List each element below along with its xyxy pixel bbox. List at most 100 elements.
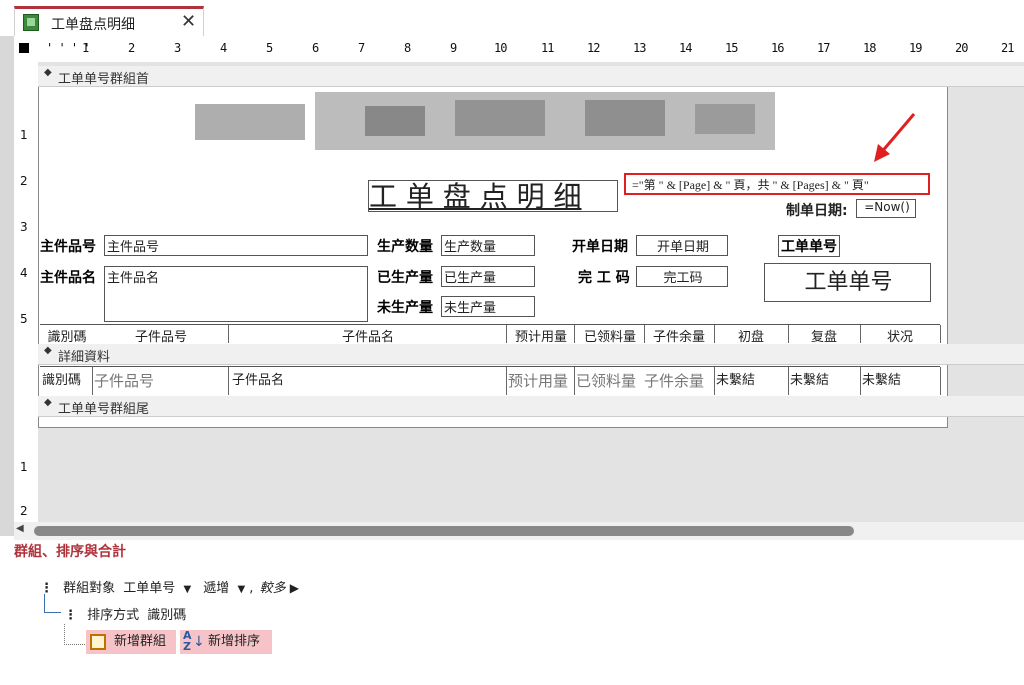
left-edge-strip <box>0 36 14 536</box>
col-header[interactable]: 复盘 <box>788 326 860 345</box>
wo-no-label: 工单单号 <box>778 235 840 257</box>
report-tab[interactable]: 工单盘点明细 ✕ <box>14 6 204 36</box>
ruler-mark: 19 <box>909 41 922 55</box>
finish-code-field[interactable]: 完工码 <box>636 266 728 287</box>
unproduced-qty-label: 未生产量 <box>377 300 433 316</box>
chevron-down-icon[interactable]: ▼ <box>237 584 245 595</box>
ruler-mark: 1 <box>20 460 28 474</box>
ruler-mark: 14 <box>679 41 692 55</box>
group-sort-pane-title: 群組、排序與合計 <box>14 544 126 560</box>
detail-field[interactable]: 識別碼 <box>42 369 81 388</box>
document-tab-bar: 工单盘点明细 ✕ <box>0 0 1024 36</box>
ruler-mark: 4 <box>20 266 28 280</box>
detail-field[interactable]: 子件品名 <box>232 369 284 388</box>
ruler-mark: 13 <box>633 41 646 55</box>
sort-arrow-icon: ↓ <box>193 634 205 650</box>
ruler-mark: 18 <box>863 41 876 55</box>
ruler-mark: 11 <box>541 41 554 55</box>
select-report-button[interactable] <box>19 43 29 53</box>
prod-qty-field[interactable]: 生产数量 <box>441 235 535 256</box>
report-title[interactable]: 工 单 盘 点 明 细 <box>368 180 618 213</box>
main-part-no-field[interactable]: 主件品号 <box>104 235 368 256</box>
more-options-link[interactable]: 較多 <box>260 581 286 596</box>
prod-qty-label: 生产数量 <box>377 239 433 255</box>
date-value-field[interactable]: =Now() <box>856 199 916 218</box>
wo-no-big-field[interactable]: 工单单号 <box>764 263 931 302</box>
detail-field[interactable]: 未繫結 <box>716 369 755 388</box>
horizontal-ruler: ' ' ' ' 1 2 3 4 5 6 7 8 9 10 11 12 13 14… <box>14 36 1024 63</box>
ruler-mark: 17 <box>817 41 830 55</box>
tab-title: 工单盘点明细 <box>51 17 135 33</box>
chevron-down-icon[interactable]: ▼ <box>183 584 191 595</box>
detail-field[interactable]: 未繫結 <box>862 369 901 388</box>
group-level-row[interactable]: ⋮ 群組對象 工单单号 ▼ 遞增 ▼ , 較多 ▶ <box>40 577 299 596</box>
unproduced-qty-field[interactable]: 未生产量 <box>441 296 535 317</box>
col-header[interactable]: 预计用量 <box>508 326 574 345</box>
report-icon <box>23 14 39 31</box>
add-sort-label: 新增排序 <box>208 634 261 649</box>
col-header[interactable]: 識別碼 <box>42 326 92 345</box>
sort-prefix: 排序方式 <box>87 608 140 623</box>
ruler-mark: 8 <box>404 41 411 55</box>
ruler-mark: 5 <box>266 41 273 55</box>
ruler-mark: 5 <box>20 312 28 326</box>
section-label: 詳細資料 <box>58 350 111 365</box>
detail-field[interactable]: 子件余量 <box>644 370 704 391</box>
col-header[interactable]: 状况 <box>860 326 940 345</box>
section-label: 工单单号群組首 <box>58 72 150 87</box>
produced-qty-field[interactable]: 已生产量 <box>441 266 535 287</box>
sort-level-row[interactable]: ⋮ 排序方式 識別碼 <box>64 604 186 623</box>
tree-connector <box>44 594 61 613</box>
col-header[interactable]: 已领料量 <box>576 326 644 345</box>
col-header[interactable]: 子件余量 <box>644 326 714 345</box>
section-label: 工单单号群組尾 <box>58 402 150 417</box>
sort-az-icon: AZ <box>183 629 192 653</box>
col-header[interactable]: 初盘 <box>714 326 788 345</box>
ruler-mark: 3 <box>20 220 28 234</box>
col-header[interactable]: 子件品名 <box>230 326 506 345</box>
detail-field[interactable]: 未繫結 <box>790 369 829 388</box>
main-part-name-field[interactable]: 主件品名 <box>104 266 368 322</box>
scrollbar-thumb[interactable] <box>34 526 854 536</box>
col-header[interactable]: 子件品号 <box>94 326 228 345</box>
produced-qty-label: 已生产量 <box>377 270 433 286</box>
date-label: 制单日期: <box>786 203 848 219</box>
section-group-footer-bar[interactable]: ◆ 工单单号群組尾 <box>38 396 1024 417</box>
add-group-button[interactable]: 新增群組 <box>86 630 176 654</box>
section-marker-icon: ◆ <box>44 397 52 408</box>
section-marker-icon: ◆ <box>44 345 52 356</box>
detail-field[interactable]: 预计用量 <box>508 370 568 391</box>
ruler-mark: 6 <box>312 41 319 55</box>
group-order[interactable]: 遞增 <box>203 581 229 596</box>
sort-field[interactable]: 識別碼 <box>147 608 186 623</box>
ruler-mark: 1 <box>20 128 28 142</box>
add-group-icon <box>90 634 106 650</box>
drag-handle-icon[interactable]: ⋮ <box>64 608 77 623</box>
play-arrow-icon[interactable]: ▶ <box>290 581 299 595</box>
detail-field[interactable]: 已领料量 <box>576 370 636 391</box>
ruler-mark: 2 <box>20 174 28 188</box>
ruler-mark: 15 <box>725 41 738 55</box>
add-sort-button[interactable]: AZ ↓ 新增排序 <box>180 630 272 654</box>
section-detail-bar[interactable]: ◆ 詳細資料 <box>38 344 1024 365</box>
close-icon[interactable]: ✕ <box>181 11 196 32</box>
detail-field[interactable]: 子件品号 <box>94 370 154 391</box>
company-logo <box>195 86 780 162</box>
page-number-expression[interactable]: ="第 " & [Page] & " 頁，共 " & [Pages] & " 頁… <box>624 173 930 195</box>
tree-connector <box>64 624 85 645</box>
ruler-mark: 4 <box>220 41 227 55</box>
group-by-field[interactable]: 工单单号 <box>123 581 175 596</box>
ruler-mark: 3 <box>174 41 181 55</box>
ruler-mark: 9 <box>450 41 457 55</box>
horizontal-scrollbar[interactable]: ◀ <box>14 522 1024 540</box>
main-part-no-label: 主件品号 <box>40 239 96 255</box>
add-group-label: 新增群組 <box>114 634 167 649</box>
open-date-field[interactable]: 开单日期 <box>636 235 728 256</box>
ruler-mark: 7 <box>358 41 365 55</box>
ruler-mark: 2 <box>128 41 135 55</box>
ruler-mark: 1 <box>82 41 89 55</box>
scroll-left-icon[interactable]: ◀ <box>16 523 24 534</box>
annotation-arrow <box>874 113 916 162</box>
section-group-header-bar[interactable]: ◆ 工单单号群組首 <box>38 66 1024 87</box>
main-part-name-label: 主件品名 <box>40 270 96 286</box>
